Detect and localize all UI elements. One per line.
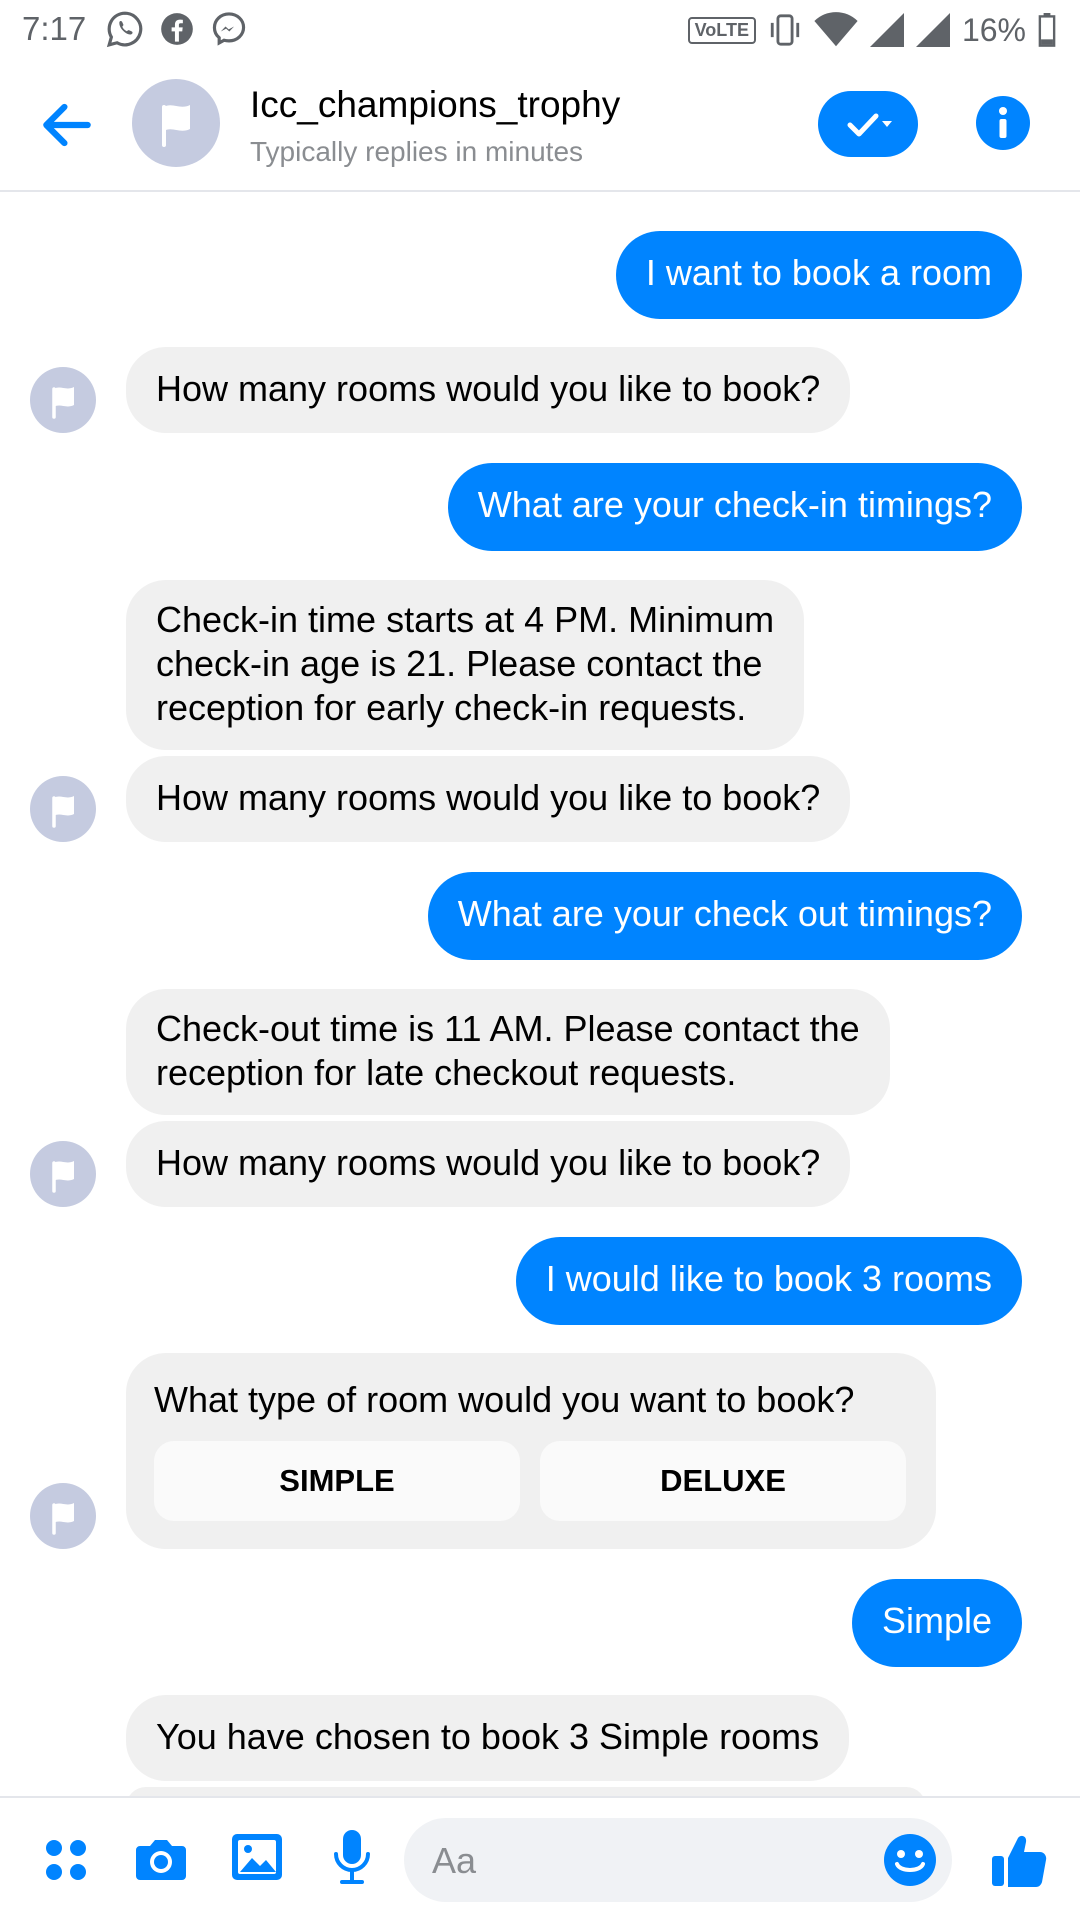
more-actions-icon[interactable] bbox=[42, 1836, 90, 1884]
battery-icon bbox=[1038, 13, 1056, 47]
outgoing-message[interactable]: I want to book a room bbox=[615, 231, 1022, 319]
bot-avatar[interactable] bbox=[30, 367, 96, 433]
incoming-message[interactable]: Check-in time starts at 4 PM. Minimum ch… bbox=[126, 580, 805, 750]
signal-icon-1 bbox=[869, 13, 904, 47]
flag-icon bbox=[52, 1161, 74, 1193]
signal-icon-2 bbox=[915, 13, 950, 47]
volte-badge: VoLTE bbox=[687, 16, 756, 44]
whatsapp-icon bbox=[106, 11, 143, 48]
outgoing-message[interactable]: Simple bbox=[851, 1579, 1022, 1667]
message-input[interactable] bbox=[430, 1818, 854, 1904]
chat-header: Icc_champions_trophy Typically replies i… bbox=[0, 58, 1080, 192]
messenger-status-icon bbox=[212, 12, 246, 46]
message-line: check-in age is 21. Please contact the bbox=[156, 643, 763, 684]
info-button[interactable] bbox=[976, 96, 1030, 150]
flag-icon bbox=[52, 1503, 74, 1535]
chat-subtitle: Typically replies in minutes bbox=[250, 136, 584, 167]
status-time: 7:17 bbox=[22, 10, 87, 47]
microphone-icon[interactable] bbox=[328, 1826, 376, 1890]
incoming-message[interactable]: How many rooms would you like to book? bbox=[126, 347, 851, 433]
bot-avatar[interactable] bbox=[30, 776, 96, 842]
facebook-icon bbox=[161, 13, 193, 45]
quick-reply-simple-button[interactable]: SIMPLE bbox=[154, 1441, 520, 1521]
flag-icon bbox=[162, 105, 190, 147]
flag-icon bbox=[52, 387, 74, 419]
composer-bar bbox=[0, 1796, 1080, 1922]
status-bar: 7:17 VoLTE 16% bbox=[0, 0, 1080, 58]
incoming-message[interactable]: You have chosen to book 3 Simple rooms bbox=[126, 1695, 850, 1781]
quick-reply-deluxe-button[interactable]: DELUXE bbox=[540, 1441, 906, 1521]
bot-avatar[interactable] bbox=[30, 1141, 96, 1207]
emoji-icon[interactable] bbox=[882, 1832, 938, 1888]
flag-icon bbox=[52, 796, 74, 828]
message-line: reception for early check-in requests. bbox=[156, 687, 747, 728]
incoming-message[interactable]: How many rooms would you like to book? bbox=[126, 1121, 851, 1207]
status-right-cluster: VoLTE 16% bbox=[687, 10, 1056, 50]
check-dropdown-icon bbox=[847, 113, 892, 137]
incoming-message[interactable]: Check-out time is 11 AM. Please contact … bbox=[126, 989, 890, 1115]
quick-reply-card: What type of room would you want to book… bbox=[126, 1353, 936, 1549]
wifi-icon bbox=[814, 12, 858, 47]
battery-level: 16% bbox=[961, 11, 1026, 48]
quick-reply-question: What type of room would you want to book… bbox=[154, 1379, 855, 1420]
page-avatar[interactable] bbox=[132, 79, 220, 167]
message-line: reception for late checkout requests. bbox=[156, 1052, 737, 1093]
outgoing-message[interactable]: What are your check out timings? bbox=[427, 872, 1022, 960]
outgoing-message[interactable]: I would like to book 3 rooms bbox=[515, 1237, 1022, 1325]
status-check-button[interactable] bbox=[818, 91, 918, 157]
camera-icon[interactable] bbox=[132, 1830, 190, 1888]
info-icon bbox=[999, 107, 1007, 138]
gallery-icon[interactable] bbox=[228, 1828, 286, 1886]
message-line: Check-in time starts at 4 PM. Minimum bbox=[156, 599, 775, 640]
back-arrow-icon[interactable] bbox=[36, 94, 98, 156]
message-line: Check-out time is 11 AM. Please contact … bbox=[156, 1008, 860, 1049]
message-input-container[interactable] bbox=[404, 1818, 952, 1904]
vibrate-icon bbox=[770, 14, 800, 46]
outgoing-message[interactable]: What are your check-in timings? bbox=[447, 463, 1022, 551]
thumbs-up-icon[interactable] bbox=[988, 1828, 1052, 1892]
incoming-message[interactable]: How many rooms would you like to book? bbox=[126, 756, 851, 842]
chat-title[interactable]: Icc_champions_trophy bbox=[250, 84, 620, 126]
bot-avatar[interactable] bbox=[30, 1483, 96, 1549]
